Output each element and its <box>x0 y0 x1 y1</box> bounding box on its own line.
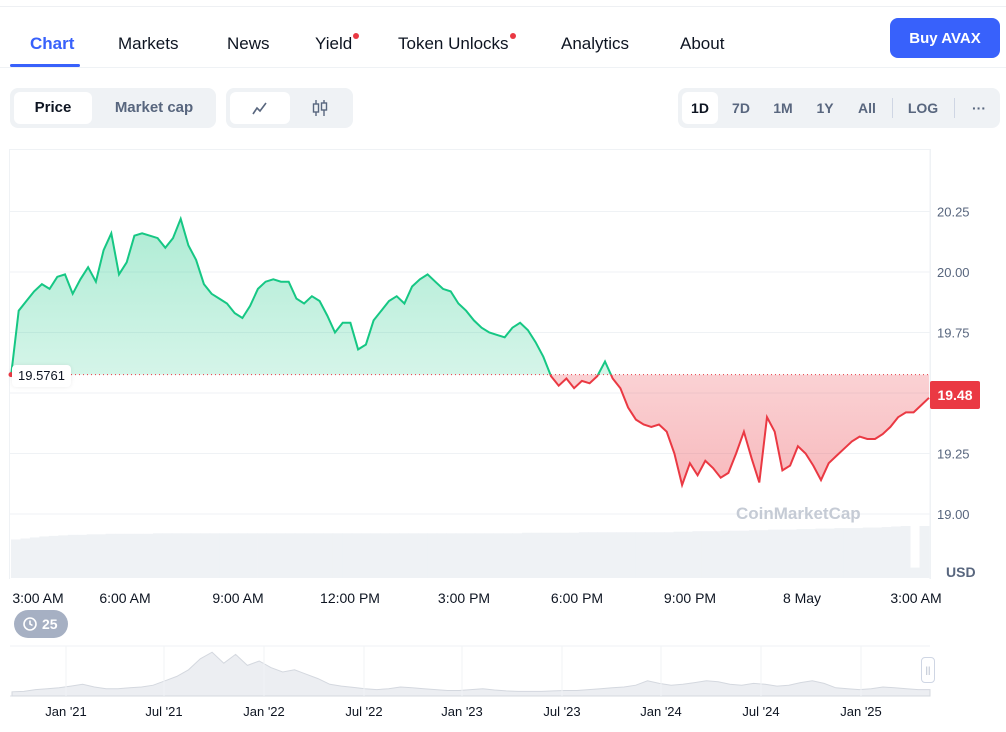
x-tick-label: 3:00 AM <box>890 590 942 606</box>
tab-chart[interactable]: Chart <box>30 34 74 54</box>
y-axis: 19.0019.2519.5019.7520.0020.25 <box>937 205 970 523</box>
chart-style-toggle <box>226 88 353 128</box>
navigator-tick-label: Jul '22 <box>345 704 383 719</box>
x-tick-label: 12:00 PM <box>320 590 380 606</box>
range-all[interactable]: All <box>850 92 884 124</box>
range-1m[interactable]: 1M <box>766 92 800 124</box>
current-price-label: 19.48 <box>930 381 980 409</box>
tab-token-unlocks-label: Token Unlocks <box>398 34 509 53</box>
candlestick-button[interactable] <box>290 92 349 124</box>
watermark-logo: CoinMarketCap <box>736 504 861 523</box>
top-divider <box>0 6 1006 7</box>
x-tick-label: 3:00 PM <box>437 590 491 606</box>
line-chart-icon <box>252 102 267 115</box>
time-range-selector: 1D 7D 1M 1Y All LOG ··· <box>678 88 1000 128</box>
range-separator <box>892 98 893 118</box>
tab-news[interactable]: News <box>227 34 270 54</box>
tab-yield-label: Yield <box>315 34 353 53</box>
tab-token-unlocks[interactable]: Token Unlocks <box>398 33 516 54</box>
toggle-market-cap[interactable]: Market cap <box>96 92 212 124</box>
y-tick-label: 20.25 <box>937 205 970 220</box>
x-tick-label: 8 May <box>782 590 822 606</box>
toggle-price[interactable]: Price <box>14 92 92 124</box>
currency-label: USD <box>946 564 976 580</box>
navigator-tick-label: Jul '24 <box>742 704 780 719</box>
buy-avax-button[interactable]: Buy AVAX <box>890 18 1000 58</box>
history-badge-count: 25 <box>42 616 58 632</box>
navigator-tick-label: Jul '21 <box>145 704 183 719</box>
tab-markets[interactable]: Markets <box>118 34 178 54</box>
range-1y[interactable]: 1Y <box>808 92 842 124</box>
history-badge[interactable]: 25 <box>14 610 68 638</box>
y-tick-label: 19.75 <box>937 326 970 341</box>
x-tick-label: 9:00 AM <box>212 590 264 606</box>
tabs-divider <box>0 67 1006 68</box>
y-tick-label: 19.00 <box>937 507 970 522</box>
navigator-tick-label: Jul '23 <box>543 704 581 719</box>
navigator-tick-label: Jan '25 <box>840 704 882 719</box>
navigator-tick-label: Jan '23 <box>441 704 483 719</box>
navigator-chart <box>10 645 931 697</box>
more-options-icon[interactable]: ··· <box>962 92 996 124</box>
y-tick-label: 20.00 <box>937 265 970 280</box>
navigator-handle[interactable]: || <box>921 657 935 683</box>
range-1d[interactable]: 1D <box>682 92 718 124</box>
history-icon <box>22 610 38 641</box>
navigator-area <box>11 651 931 697</box>
notification-dot-icon <box>509 33 516 39</box>
tab-analytics[interactable]: Analytics <box>561 34 629 54</box>
x-tick-label: 6:00 PM <box>550 590 604 606</box>
range-separator <box>954 98 955 118</box>
price-marketcap-toggle: Price Market cap <box>10 88 216 128</box>
x-tick-label: 3:00 AM <box>12 590 64 606</box>
log-scale-toggle[interactable]: LOG <box>900 92 946 124</box>
line-chart-button[interactable] <box>230 92 290 124</box>
tab-yield[interactable]: Yield <box>315 33 360 54</box>
x-tick-label: 9:00 PM <box>663 590 717 606</box>
navigator-tick-label: Jan '21 <box>45 704 87 719</box>
y-tick-label: 19.25 <box>937 447 970 462</box>
navigator-tick-label: Jan '22 <box>243 704 285 719</box>
x-tick-label: 6:00 AM <box>99 590 151 606</box>
nav-tabs: Chart Markets News Yield Token Unlocks A… <box>0 20 1006 68</box>
navigator-tick-label: Jan '24 <box>640 704 682 719</box>
candlestick-icon <box>312 100 327 116</box>
open-price-label: 19.5761 <box>12 365 71 387</box>
tab-about[interactable]: About <box>680 34 724 54</box>
range-7d[interactable]: 7D <box>724 92 758 124</box>
notification-dot-icon <box>353 33 360 39</box>
